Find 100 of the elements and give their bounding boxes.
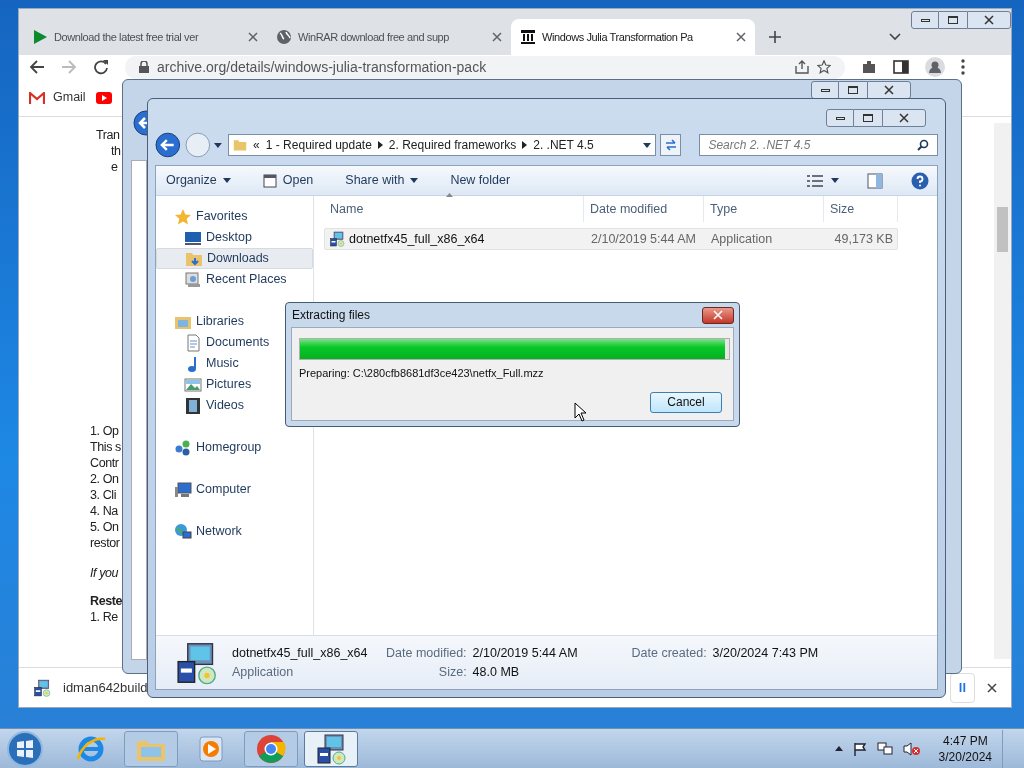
toolbar-button[interactable]: Organize [164,168,233,193]
homegroup-icon [174,438,192,457]
toolbar-button[interactable]: New folder [448,168,513,193]
column-header[interactable]: Type [704,196,824,222]
menu-icon[interactable] [961,59,965,75]
breadcrumb-item[interactable]: 2. .NET 4.5 [533,136,594,154]
nav-item[interactable]: Desktop [156,227,313,248]
caret-icon [222,178,231,183]
speaker-muted-icon[interactable] [902,741,921,756]
close-icon[interactable] [736,32,746,42]
sort-arrow-icon [446,193,453,197]
recent-places-icon [184,270,202,289]
search-field[interactable]: Search 2. .NET 4.5 [699,134,938,156]
reload-icon[interactable] [93,59,109,75]
globe-icon [276,29,292,45]
close-icon[interactable] [492,32,502,42]
close-button[interactable] [702,306,734,324]
clock[interactable]: 4:47 PM 3/20/2024 [938,732,992,765]
overflow-chevrons[interactable]: « [253,136,260,154]
breadcrumb-bar[interactable]: « 1 - Required update 2. Required frameworks 2. .NET 4.5 [228,134,656,156]
installer-icon [315,732,347,765]
page-text: e [110,159,119,175]
scrollbar[interactable] [994,123,1011,659]
page-text: This s [90,439,122,455]
preview-pane-icon[interactable] [867,172,883,189]
page-text: If you [90,565,120,581]
download-filename[interactable]: idman642build [63,677,148,698]
minimize-button[interactable] [811,81,839,99]
back-arrow-icon[interactable] [133,110,147,136]
back-arrow-icon[interactable] [29,59,45,75]
caret-icon [831,178,839,183]
view-list-icon[interactable] [807,174,823,187]
arrow-right-icon[interactable] [377,141,383,149]
play-icon [32,29,48,45]
field-label: Date modified: [386,644,467,662]
installer-icon [33,678,51,697]
nav-group[interactable]: Homegroup [156,437,313,458]
breadcrumb-item[interactable]: 1 - Required update [265,136,372,154]
restore-button[interactable] [939,11,967,29]
nav-group[interactable]: Network [156,521,313,542]
status-text: Preparing: C:\280cfb8681df3ce423\netfx_Full.mzz [299,366,545,381]
network-icon[interactable] [876,741,893,756]
address-bar[interactable]: archive.org/details/windows-julia-transformation-pack [125,55,845,79]
file-row[interactable]: dotnetfx45_full_x86_x64 2/10/2019 5:44 AM Application 49,173 KB [324,228,898,250]
close-icon[interactable] [984,15,994,25]
plus-icon[interactable] [769,31,781,43]
bookmark[interactable]: Gmail [29,88,86,107]
page-text: 2. On [90,471,120,487]
bookmark[interactable] [95,91,112,104]
field-value: 3/20/2024 7:43 PM [712,645,819,662]
flag-icon[interactable] [852,741,867,756]
chrome-icon [255,732,287,765]
table-cell-text: 2/10/2019 5:44 AM [590,230,697,248]
toolbar-button[interactable]: Share with [343,168,421,193]
column-header[interactable]: Date modified [584,196,704,222]
caret-icon [642,142,651,148]
mouse-cursor-icon [574,402,587,422]
breadcrumb-item[interactable]: 2. Required frameworks [388,136,517,154]
arrow-right-icon[interactable] [522,141,528,149]
nav-group[interactable]: Computer [156,479,313,500]
page-text: 4. Na [90,503,119,519]
minimize-button[interactable] [826,109,854,127]
close-icon[interactable] [987,682,997,693]
close-button[interactable] [867,81,911,99]
caret-up-icon[interactable] [834,746,843,751]
mail-m-icon [29,91,45,104]
restore-button[interactable] [854,109,882,127]
close-icon[interactable] [884,85,894,95]
restore-button[interactable] [839,81,867,99]
minimize-button[interactable] [911,11,939,29]
nav-group[interactable]: Favorites [156,206,313,227]
installer-icon [174,640,218,685]
star-icon[interactable] [817,60,831,74]
cancel-button[interactable]: Cancel [650,391,722,413]
refresh-button[interactable] [659,134,682,156]
taskbar-button[interactable] [304,730,358,767]
nav-item[interactable]: Downloads [156,248,313,269]
browser-tab[interactable]: Windows Julia Transformation Pa [511,19,755,55]
tab-title: WinRAR download free and supp [298,29,450,45]
field-label: Size: [437,663,467,681]
table-cell-text: 49,173 KB [833,230,894,248]
puzzle-icon[interactable] [861,59,877,75]
toolbar-button[interactable]: Open [260,168,316,193]
details-filename: dotnetfx45_full_x86_x64 [232,644,369,662]
nav-item[interactable]: Recent Places [156,269,313,290]
avatar-icon[interactable] [925,57,945,77]
chevron-down-icon[interactable] [889,33,901,41]
column-header[interactable]: Size [824,196,898,222]
field-value: 2/10/2019 5:44 AM [472,644,578,662]
share-icon[interactable] [795,60,809,74]
close-icon[interactable] [248,32,258,42]
page-text: Reste [90,593,123,609]
help-icon[interactable] [911,171,929,190]
document-icon [184,333,202,352]
start-orb-icon[interactable] [6,729,44,768]
page-text: Contr [90,455,120,471]
close-icon[interactable] [899,113,909,123]
page-text: 3. Cli [90,487,118,503]
side-panel-icon[interactable] [893,59,909,75]
tab-title: Download the latest free trial ver [54,29,199,45]
